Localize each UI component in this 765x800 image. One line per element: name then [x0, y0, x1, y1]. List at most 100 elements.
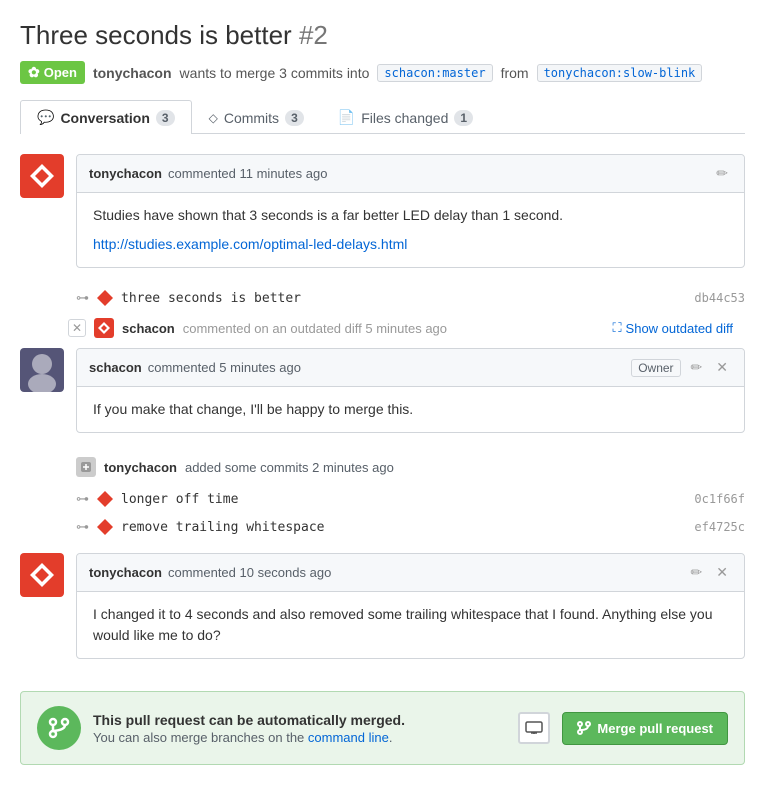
outdated-text: commented on an outdated diff 5 minutes …	[183, 321, 447, 336]
comment-body-2: If you make that change, I'll be happy t…	[77, 387, 744, 432]
merge-text: This pull request can be automatically m…	[93, 712, 506, 745]
commit-git-icon-3	[97, 519, 113, 535]
commit-sha-3[interactable]: ef4725c	[694, 520, 745, 534]
commits-added-icon	[76, 457, 96, 477]
page-title: Three seconds is better #2	[20, 20, 745, 51]
outdated-author: schacon	[122, 321, 175, 336]
merge-commandline-link[interactable]: command line	[308, 730, 389, 745]
avatar-tonychacon	[20, 154, 64, 198]
open-badge: ✿ Open	[20, 61, 85, 84]
avatar-schacon	[20, 348, 64, 392]
tab-commits[interactable]: ◇ Commits 3	[192, 100, 321, 134]
comment-body-1: Studies have shown that 3 seconds is a f…	[77, 193, 744, 267]
merge-button-label: Merge pull request	[597, 721, 713, 736]
comment-box-3: tonychacon commented 10 seconds ago ✏ ✕ …	[76, 553, 745, 659]
outdated-bar: ✕ schacon commented on an outdated diff …	[20, 312, 745, 344]
edit-comment-button-1[interactable]: ✏	[712, 163, 732, 184]
comment-body-3: I changed it to 4 seconds and also remov…	[77, 592, 744, 658]
status-text: Open	[44, 65, 77, 80]
comment-tonychacon-1: tonychacon commented 11 minutes ago ✏ St…	[20, 154, 745, 268]
commit-message-2: longer off time	[121, 492, 238, 507]
commit-message-3: remove trailing whitespace	[121, 520, 325, 535]
comment-box-1: tonychacon commented 11 minutes ago ✏ St…	[76, 154, 745, 268]
edit-comment-button-2[interactable]: ✏	[687, 357, 707, 378]
commit-branch-icon-2: ⊶	[76, 491, 89, 507]
comment-header-2: schacon commented 5 minutes ago Owner ✏ …	[77, 349, 744, 387]
source-branch[interactable]: tonychacon:slow-blink	[537, 64, 703, 82]
tab-conversation-count: 3	[156, 110, 175, 126]
files-icon-tab: 📄	[338, 109, 355, 126]
comment-text-2: If you make that change, I'll be happy t…	[93, 399, 728, 420]
comment-timestamp-2: commented 5 minutes ago	[148, 360, 301, 375]
comment-tonychacon-2: tonychacon commented 10 seconds ago ✏ ✕ …	[20, 553, 745, 659]
comment-actions-3: ✏ ✕	[687, 562, 732, 583]
commit-branch-icon-3: ⊶	[76, 519, 89, 535]
merge-title: This pull request can be automatically m…	[93, 712, 506, 728]
tab-conversation-label: Conversation	[60, 110, 149, 126]
commit-sha-2[interactable]: 0c1f66f	[694, 492, 745, 506]
close-comment-button-3[interactable]: ✕	[712, 562, 732, 583]
comment-text-1: Studies have shown that 3 seconds is a f…	[93, 205, 728, 226]
commit-line-1: ⊶ three seconds is better db44c53	[20, 284, 745, 312]
comment-header-3: tonychacon commented 10 seconds ago ✏ ✕	[77, 554, 744, 592]
tab-files-label: Files changed	[361, 110, 448, 126]
merge-icon-wrap	[37, 706, 81, 750]
commit-line-3: ⊶ remove trailing whitespace ef4725c	[20, 513, 745, 541]
show-outdated-label: Show outdated diff	[626, 321, 733, 336]
tab-commits-label: Commits	[224, 110, 279, 126]
comment-schacon-1: schacon commented 5 minutes ago Owner ✏ …	[20, 348, 745, 433]
issue-number: #2	[299, 20, 328, 50]
commits-added-text: added some commits 2 minutes ago	[185, 460, 394, 475]
comment-actions-2: Owner ✏ ✕	[631, 357, 732, 378]
comment-actions-1: ✏	[712, 163, 732, 184]
tab-bar: 💬 Conversation 3 ◇ Commits 3 📄 Files cha…	[20, 100, 745, 134]
comment-header-1: tonychacon commented 11 minutes ago ✏	[77, 155, 744, 193]
commit-git-icon-2	[97, 491, 113, 507]
timeline: tonychacon commented 11 minutes ago ✏ St…	[20, 154, 745, 765]
close-comment-button-2[interactable]: ✕	[712, 357, 732, 378]
pr-author: tonychacon	[93, 65, 172, 81]
show-outdated-button[interactable]: ⛶ Show outdated diff	[612, 320, 733, 336]
comment-header-left-2: schacon commented 5 minutes ago	[89, 360, 301, 375]
comment-author-1[interactable]: tonychacon	[89, 166, 162, 181]
comment-header-left-3: tonychacon commented 10 seconds ago	[89, 565, 331, 580]
commit-git-icon-1	[97, 290, 113, 306]
merge-subtitle-text: You can also merge branches on the	[93, 730, 304, 745]
edit-comment-button-3[interactable]: ✏	[687, 562, 707, 583]
comment-header-left-1: tonychacon commented 11 minutes ago	[89, 166, 327, 181]
commit-branch-icon-1: ⊶	[76, 290, 89, 306]
show-outdated-icon: ⛶	[612, 320, 621, 336]
tab-files-count: 1	[454, 110, 473, 126]
tab-conversation[interactable]: 💬 Conversation 3	[20, 100, 192, 134]
from-text: from	[501, 65, 529, 81]
comment-text-3: I changed it to 4 seconds and also remov…	[93, 604, 728, 646]
target-branch[interactable]: schacon:master	[377, 64, 492, 82]
outdated-avatar	[94, 318, 114, 338]
conversation-icon: 💬	[37, 109, 54, 126]
title-text: Three seconds is better	[20, 20, 292, 50]
comment-box-2: schacon commented 5 minutes ago Owner ✏ …	[76, 348, 745, 433]
comment-author-3[interactable]: tonychacon	[89, 565, 162, 580]
status-bar: ✿ Open tonychacon wants to merge 3 commi…	[20, 61, 745, 84]
pr-description: wants to merge 3 commits into	[180, 65, 370, 81]
commit-message-1: three seconds is better	[121, 291, 301, 306]
comment-author-2[interactable]: schacon	[89, 360, 142, 375]
commits-added-author: tonychacon	[104, 460, 177, 475]
outdated-x-icon[interactable]: ✕	[68, 319, 86, 337]
merge-bar: This pull request can be automatically m…	[20, 691, 745, 765]
screen-icon[interactable]	[518, 712, 550, 744]
merge-pull-request-button[interactable]: Merge pull request	[562, 712, 728, 745]
tab-commits-count: 3	[285, 110, 304, 126]
commit-line-2: ⊶ longer off time 0c1f66f	[20, 485, 745, 513]
comment-timestamp-3: commented 10 seconds ago	[168, 565, 331, 580]
avatar-tonychacon-2	[20, 553, 64, 597]
comment-link-1[interactable]: http://studies.example.com/optimal-led-d…	[93, 236, 407, 252]
commits-added-line: tonychacon added some commits 2 minutes …	[20, 449, 745, 485]
tab-files[interactable]: 📄 Files changed 1	[321, 100, 490, 134]
commits-icon-tab: ◇	[209, 111, 218, 125]
commit-sha-1[interactable]: db44c53	[694, 291, 745, 305]
git-icon: ✿	[28, 64, 40, 81]
merge-subtitle: You can also merge branches on the comma…	[93, 730, 506, 745]
comment-timestamp-1: commented 11 minutes ago	[168, 166, 327, 181]
owner-badge: Owner	[631, 359, 680, 377]
